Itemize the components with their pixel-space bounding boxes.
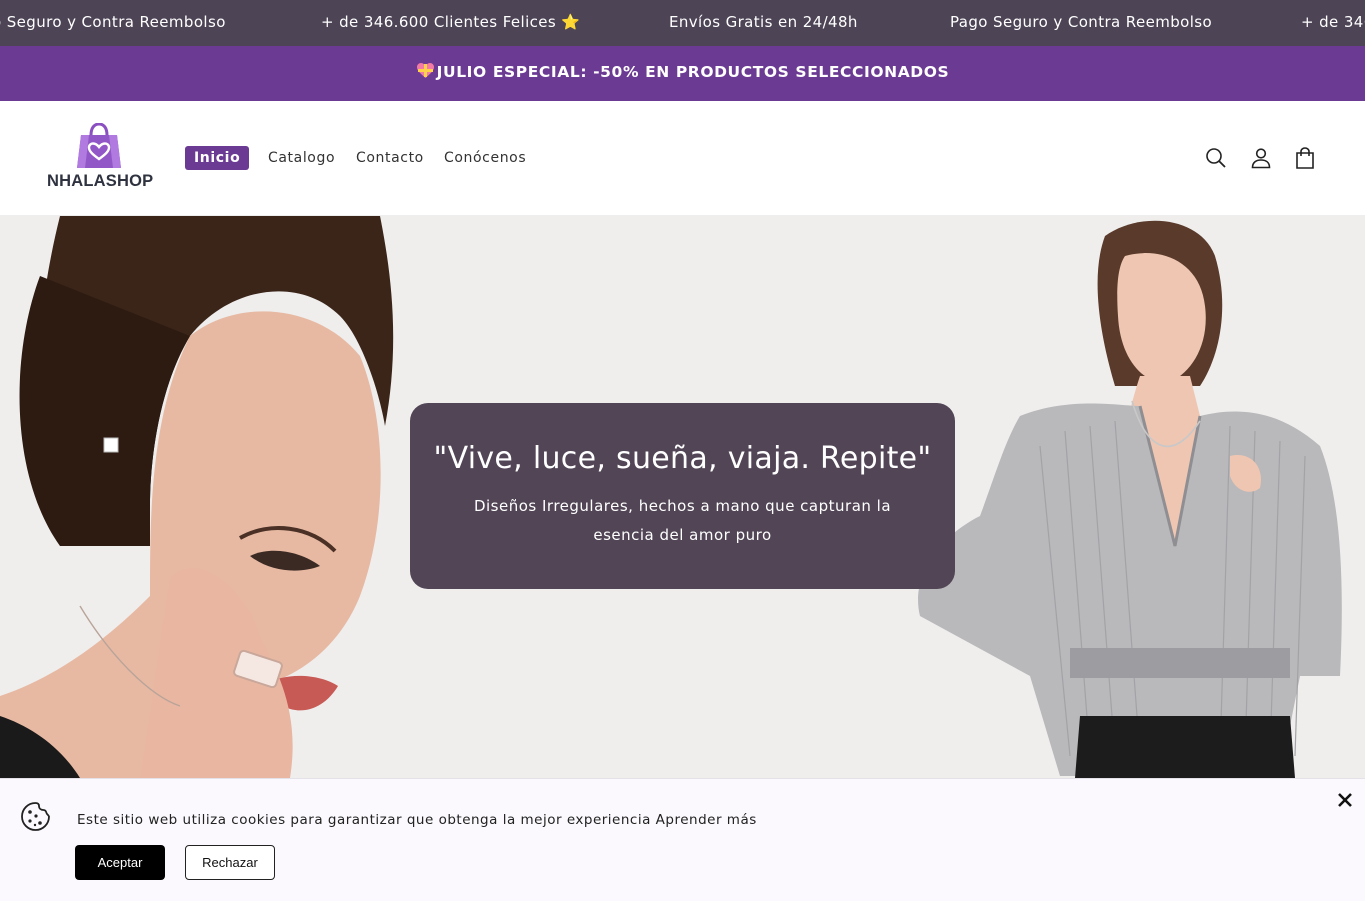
cookie-learn-more-link[interactable]: Aprender más <box>656 812 757 828</box>
cart-icon[interactable] <box>1293 146 1317 170</box>
shopping-bag-logo-icon <box>77 123 121 168</box>
ticker-item: + de 346 <box>1301 13 1365 31</box>
hero-banner: "Vive, luce, sueña, viaja. Repite" Diseñ… <box>0 216 1365 778</box>
star-icon: ⭐ <box>561 13 581 31</box>
hero-title: "Vive, luce, sueña, viaja. Repite" <box>433 441 932 476</box>
logo-text: NHALASHOP <box>47 172 154 190</box>
ticker-item: o Seguro y Contra Reembolso <box>0 13 226 31</box>
ticker-item-customers: + de 346.600 Clientes Felices ⭐ <box>321 13 581 31</box>
cookie-icon <box>20 801 51 832</box>
nav-item-catalogo[interactable]: Catalogo <box>268 146 335 170</box>
accept-cookies-button[interactable]: Aceptar <box>75 845 165 880</box>
announcement-ticker: o Seguro y Contra Reembolso + de 346.600… <box>0 0 1365 46</box>
search-icon[interactable] <box>1204 146 1228 170</box>
logo[interactable]: NHALASHOP <box>44 123 154 195</box>
cookie-banner: Este sitio web utiliza cookies para gara… <box>0 778 1365 901</box>
hero-subtitle: Diseños Irregulares, hechos a mano que c… <box>473 497 892 544</box>
close-icon[interactable] <box>1336 791 1354 809</box>
reject-cookies-button[interactable]: Rechazar <box>185 845 275 880</box>
nav-item-contacto[interactable]: Contacto <box>356 146 424 170</box>
nav-item-conocenos[interactable]: Conócenos <box>444 146 526 170</box>
ticker-item: Pago Seguro y Contra Reembolso <box>950 13 1213 31</box>
nav-item-inicio[interactable]: Inicio <box>185 146 250 170</box>
promo-bar: JULIO ESPECIAL: -50% EN PRODUCTOS SELECC… <box>0 46 1365 101</box>
account-icon[interactable] <box>1249 146 1273 170</box>
ticker-item: Envíos Gratis en 24/48h <box>669 13 858 31</box>
gift-heart-icon <box>416 46 435 99</box>
hero-image-model-dress <box>900 216 1365 778</box>
hero-image-model-ring <box>0 216 400 778</box>
cookie-message: Este sitio web utiliza cookies para gara… <box>77 812 757 828</box>
promo-text: JULIO ESPECIAL: -50% EN PRODUCTOS SELECC… <box>436 63 950 81</box>
cookie-message-text: Este sitio web utiliza cookies para gara… <box>77 812 651 828</box>
hero-text-card: "Vive, luce, sueña, viaja. Repite" Diseñ… <box>410 403 955 589</box>
site-header: NHALASHOP Inicio Catalogo Contacto Conóc… <box>0 101 1365 216</box>
ticker-track: o Seguro y Contra Reembolso + de 346.600… <box>0 13 1365 33</box>
